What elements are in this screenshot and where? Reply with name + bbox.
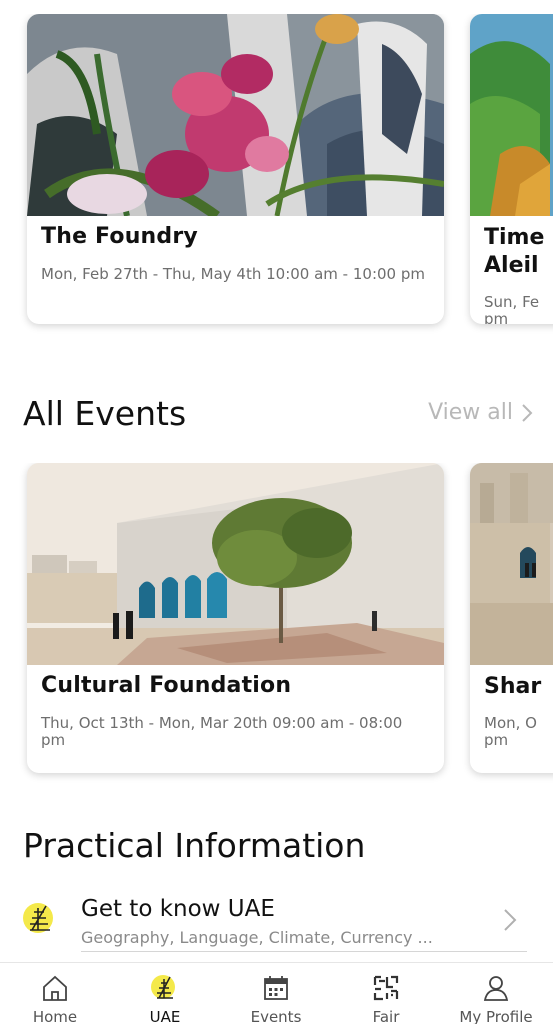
tab-label: My Profile (459, 1008, 533, 1024)
tab-label: Events (250, 1008, 302, 1024)
event-image-next (470, 463, 553, 665)
fair-icon (373, 975, 399, 1001)
main-scroll[interactable]: The Foundry Mon, Feb 27th - Thu, May 4th… (0, 0, 553, 960)
uae-icon (23, 903, 53, 933)
chevron-right-icon (522, 403, 533, 422)
bottom-tab-bar: Home UAE Events Fair My Profile (0, 962, 553, 1024)
uae-icon (151, 975, 175, 999)
tab-label: UAE (149, 1008, 181, 1024)
featured-event-card-next[interactable]: Time Aleil Sun, Fe pm (470, 14, 553, 324)
event-image (27, 463, 444, 665)
featured-event-card[interactable]: The Foundry Mon, Feb 27th - Thu, May 4th… (27, 14, 444, 324)
event-title: Time Aleil (484, 225, 545, 278)
profile-icon (483, 976, 509, 1001)
calendar-icon (264, 976, 288, 1000)
tab-my-profile[interactable]: My Profile (451, 973, 541, 1024)
event-dates: Thu, Oct 13th - Mon, Mar 20th 09:00 am -… (41, 714, 403, 749)
event-title: Shar (484, 674, 542, 699)
tab-events[interactable]: Events (231, 973, 321, 1024)
all-events-header: All Events View all (23, 394, 533, 438)
event-card[interactable]: Cultural Foundation Thu, Oct 13th - Mon,… (27, 463, 444, 773)
all-events-title: All Events (23, 394, 187, 433)
tab-fair[interactable]: Fair (341, 973, 431, 1024)
featured-event-image-next (470, 14, 553, 216)
event-title: Cultural Foundation (41, 673, 292, 698)
view-all-link[interactable]: View all (428, 400, 533, 425)
home-icon (43, 975, 67, 1001)
event-dates: Mon, Feb 27th - Thu, May 4th 10:00 am - … (41, 265, 425, 283)
divider (81, 951, 527, 952)
tab-label: Fair (372, 1008, 400, 1024)
tab-home[interactable]: Home (10, 973, 100, 1024)
event-card-next[interactable]: Shar Mon, O pm (470, 463, 553, 773)
featured-event-image (27, 14, 444, 216)
tab-uae[interactable]: UAE (120, 973, 210, 1024)
featured-carousel[interactable]: The Foundry Mon, Feb 27th - Thu, May 4th… (0, 14, 553, 344)
chevron-right-icon (504, 909, 517, 931)
event-dates: Sun, Fe pm (484, 293, 540, 325)
item-subtitle: Geography, Language, Climate, Currency .… (81, 928, 433, 947)
event-dates: Mon, O pm (484, 714, 537, 749)
item-title: Get to know UAE (81, 896, 275, 922)
get-to-know-uae-item[interactable]: Get to know UAE Geography, Language, Cli… (22, 892, 527, 952)
view-all-label: View all (428, 400, 513, 425)
events-carousel[interactable]: Cultural Foundation Thu, Oct 13th - Mon,… (0, 463, 553, 793)
event-title: The Foundry (41, 224, 198, 249)
practical-information-title: Practical Information (23, 826, 366, 865)
tab-label: Home (32, 1008, 78, 1024)
